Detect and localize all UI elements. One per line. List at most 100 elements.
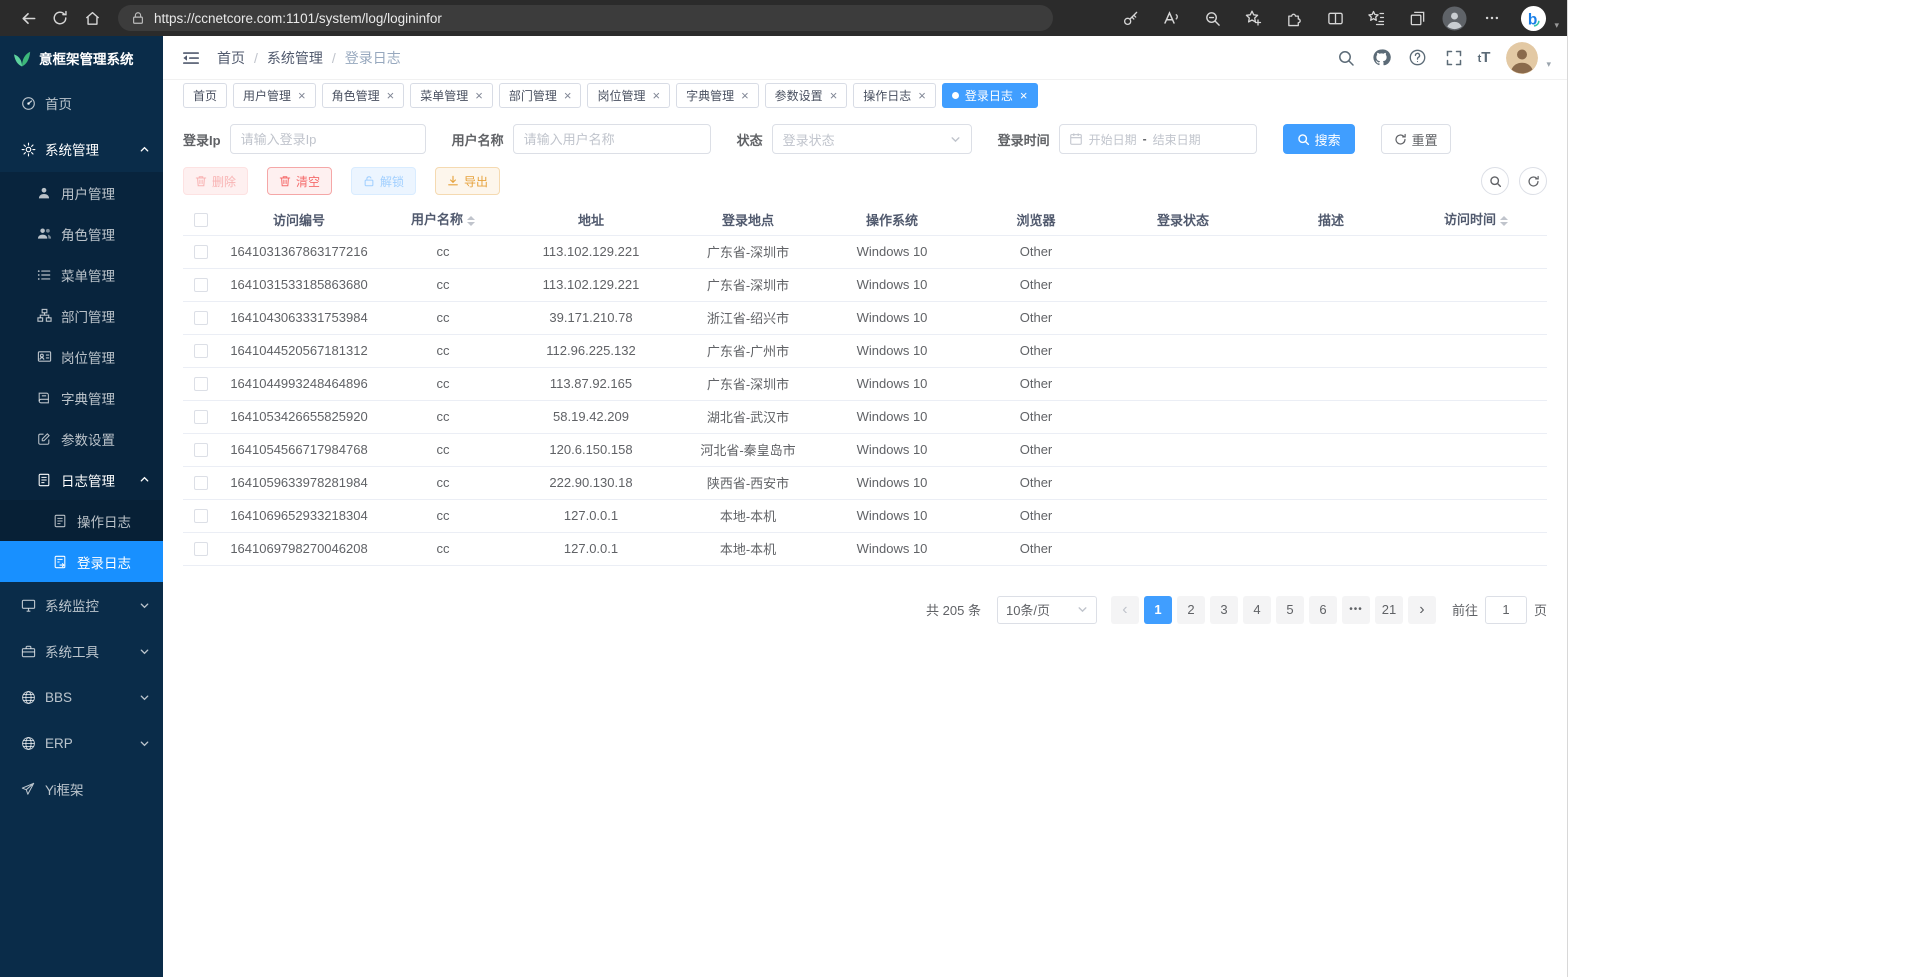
sidebar-item-yi-framework[interactable]: Yi框架	[0, 766, 163, 812]
tab-home[interactable]: 首页	[183, 83, 227, 108]
tab-close-icon[interactable]: ×	[652, 89, 660, 102]
refresh-table-button[interactable]	[1519, 167, 1547, 195]
extensions-icon[interactable]	[1278, 3, 1310, 33]
sidebar-item-system-tools[interactable]: 系统工具	[0, 628, 163, 674]
sidebar-item-erp[interactable]: ERP	[0, 720, 163, 766]
breadcrumb-item[interactable]: 首页	[217, 48, 245, 68]
tab-close-icon[interactable]: ×	[830, 89, 838, 102]
tab-param-settings[interactable]: 参数设置×	[765, 83, 848, 108]
page-button[interactable]: 1	[1144, 596, 1172, 624]
select-all-checkbox[interactable]	[194, 213, 208, 227]
fullscreen-icon[interactable]	[1442, 46, 1466, 70]
sidebar-item-dept-mgmt[interactable]: 部门管理	[0, 295, 163, 336]
collections-icon[interactable]	[1401, 3, 1433, 33]
goto-page-input[interactable]	[1485, 596, 1527, 624]
sidebar-item-post-mgmt[interactable]: 岗位管理	[0, 336, 163, 377]
tab-oper-log[interactable]: 操作日志×	[853, 83, 936, 108]
row-checkbox[interactable]	[194, 245, 208, 259]
back-icon[interactable]	[12, 3, 44, 33]
zoom-out-icon[interactable]	[1196, 3, 1228, 33]
sidebar-item-home[interactable]: 首页	[0, 80, 163, 126]
column-header[interactable]: 用户名称	[379, 204, 507, 235]
row-checkbox[interactable]	[194, 476, 208, 490]
tab-post-mgmt[interactable]: 岗位管理×	[587, 83, 670, 108]
github-icon[interactable]	[1370, 46, 1394, 70]
read-aloud-icon[interactable]	[1155, 3, 1187, 33]
sidebar-item-log-mgmt[interactable]: 日志管理	[0, 459, 163, 500]
tab-close-icon[interactable]: ×	[1020, 89, 1028, 102]
sidebar-item-param-settings[interactable]: 参数设置	[0, 418, 163, 459]
tab-close-icon[interactable]: ×	[564, 89, 572, 102]
tab-close-icon[interactable]: ×	[741, 89, 749, 102]
unlock-button[interactable]: 解锁	[351, 167, 416, 195]
sidebar-item-system-monitor[interactable]: 系统监控	[0, 582, 163, 628]
page-button[interactable]: 6	[1309, 596, 1337, 624]
sidebar-item-user-mgmt[interactable]: 用户管理	[0, 172, 163, 213]
tab-close-icon[interactable]: ×	[387, 89, 395, 102]
user-avatar[interactable]	[1506, 42, 1538, 74]
page-size-select[interactable]: 10条/页	[997, 596, 1097, 624]
menu-fold-icon[interactable]	[182, 49, 200, 67]
site-info-icon[interactable]	[131, 11, 145, 25]
column-header[interactable]: 访问时间	[1405, 204, 1547, 235]
breadcrumb-item[interactable]: 系统管理	[267, 48, 323, 68]
next-page-button[interactable]: ›	[1408, 596, 1436, 624]
tab-login-log[interactable]: 登录日志×	[942, 83, 1038, 108]
sort-carets-icon[interactable]	[467, 212, 475, 230]
home-icon[interactable]	[76, 3, 108, 33]
page-button[interactable]: 2	[1177, 596, 1205, 624]
tab-close-icon[interactable]: ×	[475, 89, 483, 102]
tab-menu-mgmt[interactable]: 菜单管理×	[410, 83, 493, 108]
row-checkbox[interactable]	[194, 377, 208, 391]
page-button[interactable]: 21	[1375, 596, 1403, 624]
clear-button[interactable]: 清空	[267, 167, 332, 195]
search-button[interactable]: 搜索	[1283, 124, 1355, 154]
reset-button[interactable]: 重置	[1381, 124, 1451, 154]
row-checkbox[interactable]	[194, 542, 208, 556]
browser-more-icon[interactable]	[1476, 3, 1508, 33]
browser-profile-avatar[interactable]	[1442, 6, 1467, 31]
tab-close-icon[interactable]: ×	[298, 89, 306, 102]
sidebar-item-dict-mgmt[interactable]: 字典管理	[0, 377, 163, 418]
prev-page-button[interactable]: ‹	[1111, 596, 1139, 624]
page-button[interactable]: 4	[1243, 596, 1271, 624]
page-button[interactable]: 3	[1210, 596, 1238, 624]
favorites-icon[interactable]	[1360, 3, 1392, 33]
search-toggle-button[interactable]	[1481, 167, 1509, 195]
row-checkbox[interactable]	[194, 311, 208, 325]
row-checkbox[interactable]	[194, 410, 208, 424]
refresh-icon[interactable]	[44, 3, 76, 33]
delete-button[interactable]: 删除	[183, 167, 248, 195]
sidebar-item-oper-log[interactable]: 操作日志	[0, 500, 163, 541]
search-icon[interactable]	[1334, 46, 1358, 70]
page-button[interactable]: 5	[1276, 596, 1304, 624]
row-checkbox[interactable]	[194, 443, 208, 457]
tab-dept-mgmt[interactable]: 部门管理×	[499, 83, 582, 108]
sort-carets-icon[interactable]	[1500, 212, 1508, 230]
sidebar-item-system-mgmt[interactable]: 系统管理	[0, 126, 163, 172]
username-input[interactable]	[513, 124, 711, 154]
sidebar-item-menu-mgmt[interactable]: 菜单管理	[0, 254, 163, 295]
address-bar[interactable]: https://ccnetcore.com:1101/system/log/lo…	[118, 5, 1053, 31]
tab-role-mgmt[interactable]: 角色管理×	[322, 83, 405, 108]
row-checkbox[interactable]	[194, 344, 208, 358]
login-ip-input[interactable]	[230, 124, 426, 154]
tab-user-mgmt[interactable]: 用户管理×	[233, 83, 316, 108]
bing-copilot-icon[interactable]: b	[1517, 3, 1549, 33]
more-pages-button[interactable]: •••	[1342, 596, 1370, 624]
status-select[interactable]: 登录状态	[772, 124, 972, 154]
tab-close-icon[interactable]: ×	[918, 89, 926, 102]
font-size-icon[interactable]: tT	[1478, 49, 1491, 66]
help-icon[interactable]	[1406, 46, 1430, 70]
row-checkbox[interactable]	[194, 278, 208, 292]
sidebar-item-login-log[interactable]: 登录日志	[0, 541, 163, 582]
favorite-add-icon[interactable]	[1237, 3, 1269, 33]
export-button[interactable]: 导出	[435, 167, 500, 195]
date-range-picker[interactable]: 开始日期 - 结束日期	[1059, 124, 1257, 154]
tab-dict-mgmt[interactable]: 字典管理×	[676, 83, 759, 108]
split-screen-icon[interactable]	[1319, 3, 1351, 33]
sidebar-item-bbs[interactable]: BBS	[0, 674, 163, 720]
password-key-icon[interactable]	[1114, 3, 1146, 33]
row-checkbox[interactable]	[194, 509, 208, 523]
sidebar-item-role-mgmt[interactable]: 角色管理	[0, 213, 163, 254]
